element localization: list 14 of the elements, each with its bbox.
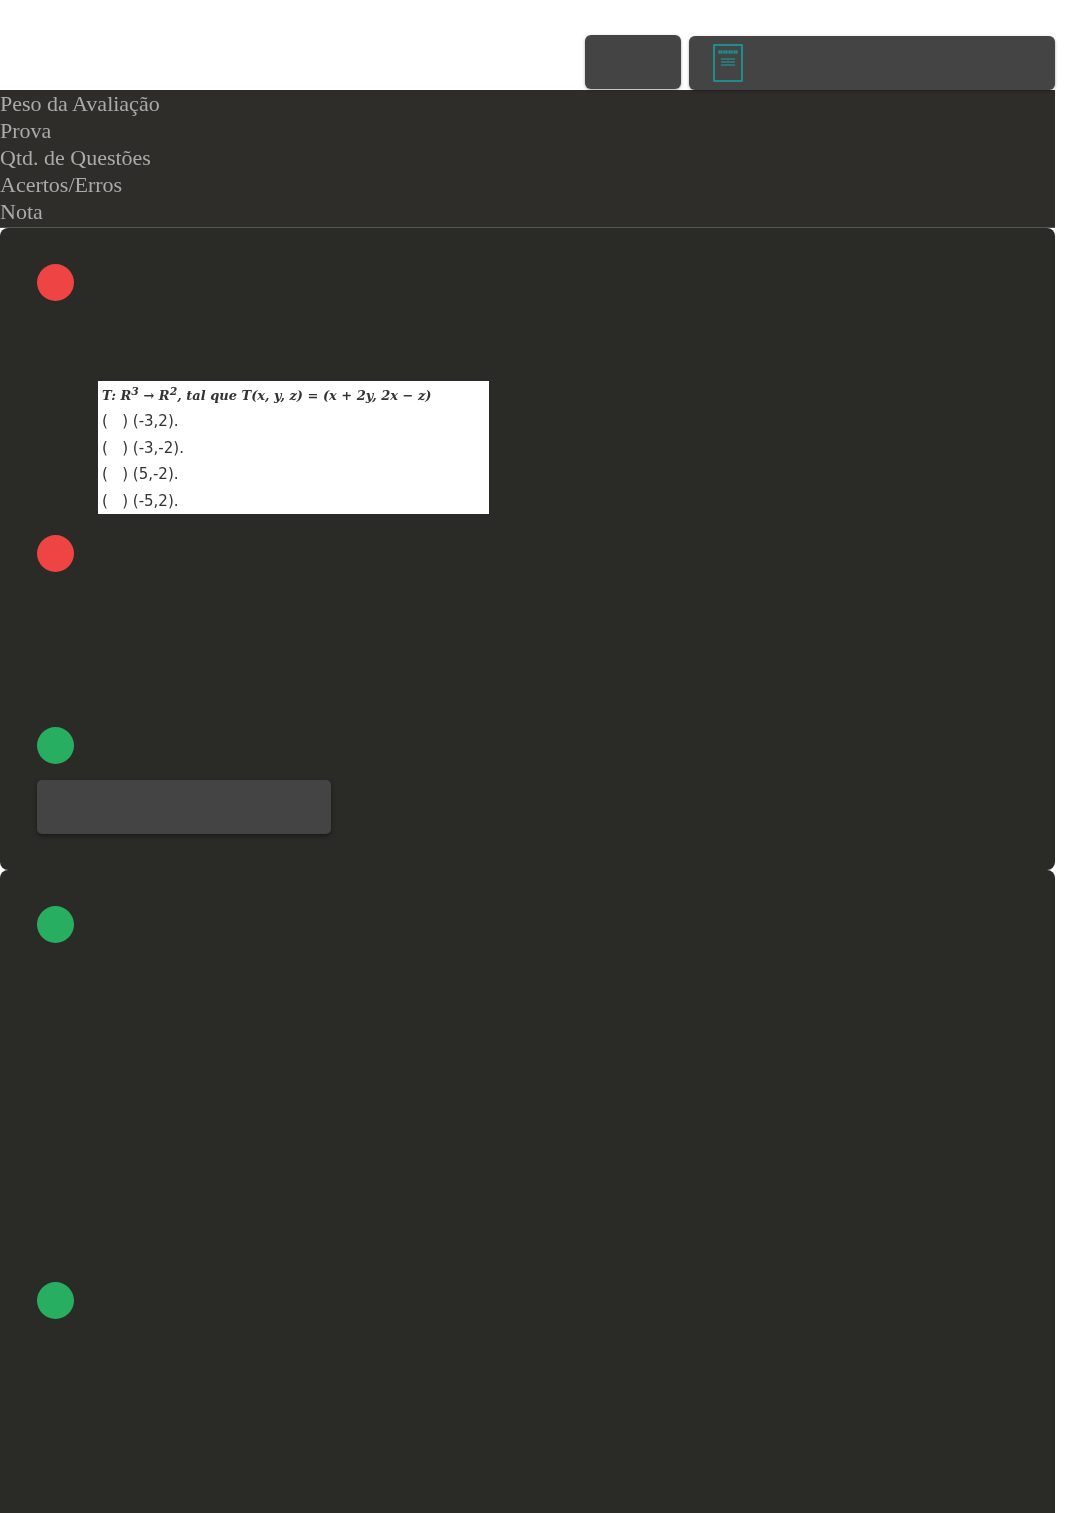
- summary-label: Prova: [0, 117, 52, 144]
- summary-label: Acertos/Erros: [0, 171, 123, 198]
- answer-option: ( ) (-3,-2).: [102, 438, 184, 457]
- answer-option: ( ) (-5,2).: [102, 491, 179, 510]
- summary-label: Peso da Avaliação: [0, 90, 160, 117]
- answer-option: ( ) (5,-2).: [102, 465, 179, 484]
- math-expression: T: R$^{3}$ → R$^{2}$, tal que T(x, y, z) = (x + 2y, 2x − z): [102, 385, 432, 404]
- toolbar-button[interactable]: [585, 35, 681, 89]
- document-icon: [713, 44, 743, 82]
- summary-label: Qtd. de Questões: [0, 144, 151, 171]
- answer-option: ( ) (-3,2).: [102, 412, 179, 431]
- summary-label: Nota: [0, 198, 43, 225]
- action-button[interactable]: [37, 780, 331, 834]
- document-button[interactable]: [689, 36, 1055, 90]
